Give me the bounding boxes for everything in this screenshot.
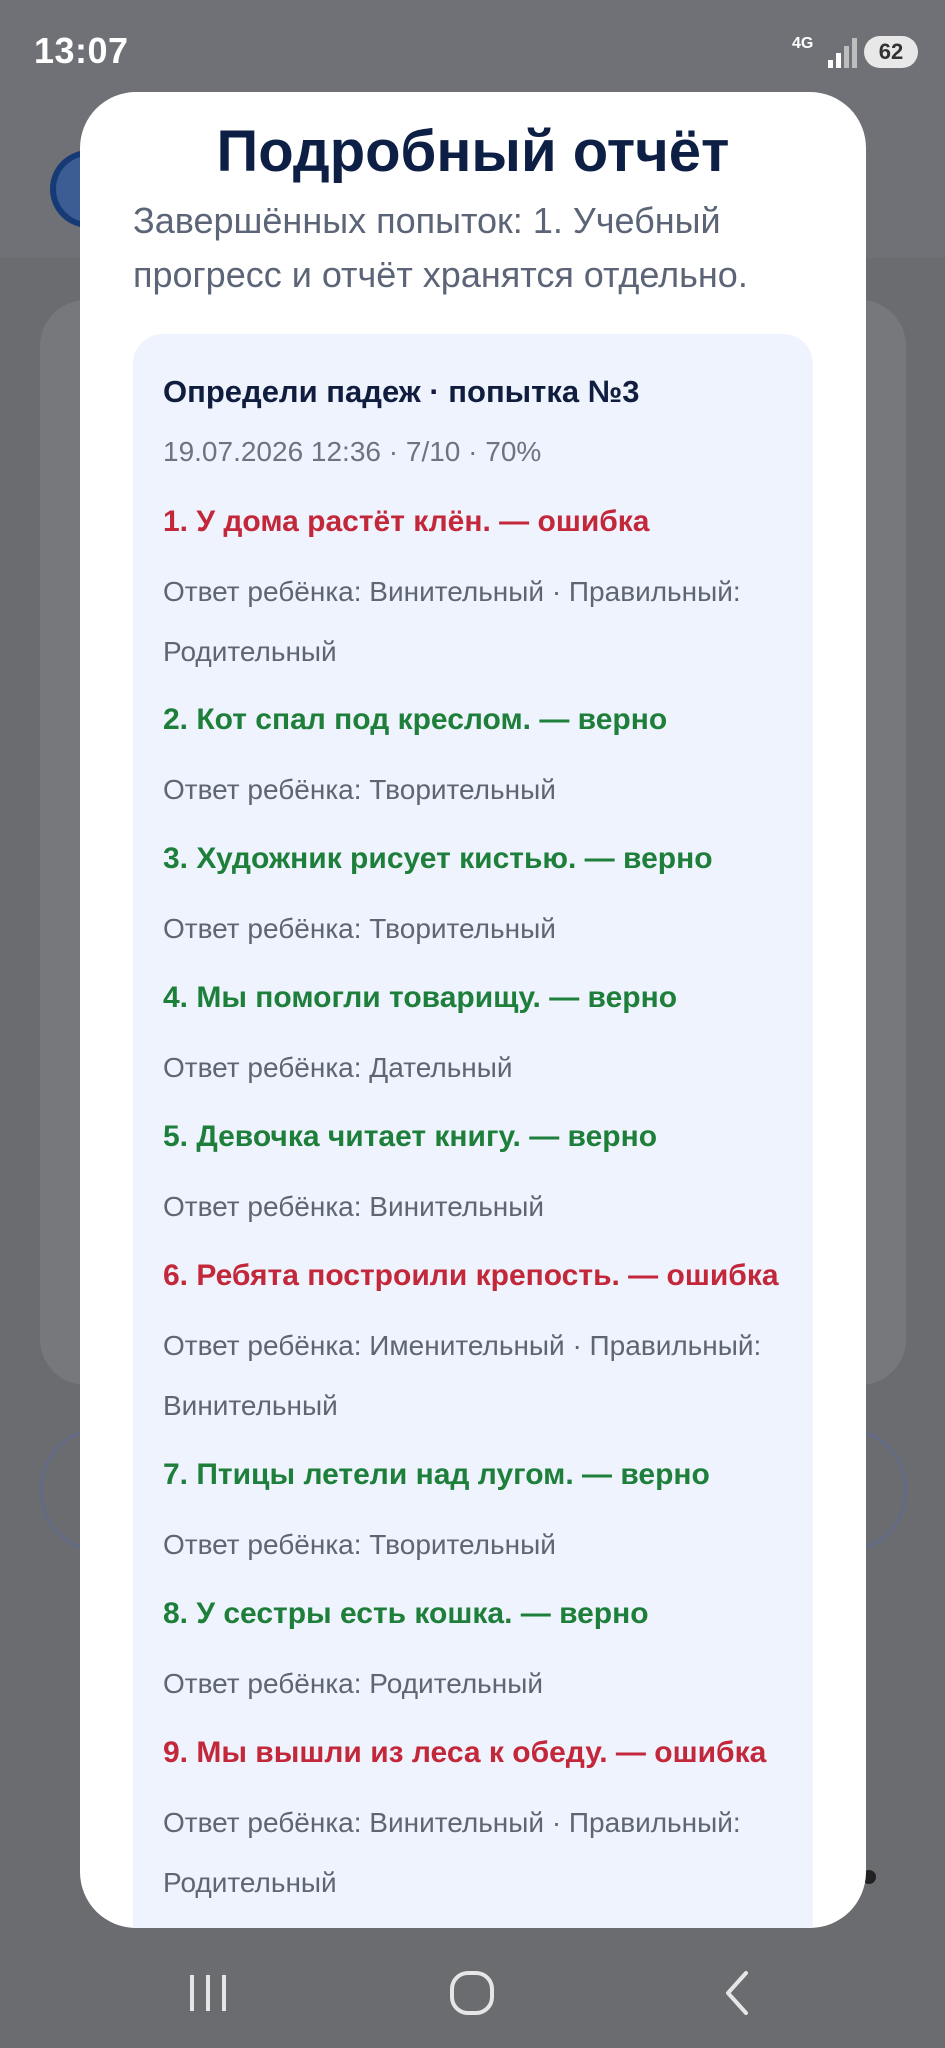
item-question: 3. Художник рисует кистью. — верно bbox=[163, 842, 713, 875]
item-question: 8. У сестры есть кошка. — верно bbox=[163, 1597, 649, 1630]
item-answer: Ответ ребёнка: Творительный bbox=[163, 1529, 556, 1560]
item-question: 7. Птицы летели над лугом. — верно bbox=[163, 1458, 710, 1491]
item-question: 9. Мы вышли из леса к обеду. — ошибка bbox=[163, 1736, 767, 1769]
list-item: 7. Птицы летели над лугом. — верно Ответ… bbox=[163, 1455, 803, 1575]
item-answer: Ответ ребёнка: Винительный bbox=[163, 1191, 545, 1222]
navigation-bar bbox=[0, 1935, 945, 2048]
item-answer: Ответ ребёнка: Родительный bbox=[163, 1668, 543, 1699]
item-answer: Ответ ребёнка: Винительный · Правильный:… bbox=[163, 1807, 741, 1898]
list-item: 4. Мы помогли товарищу. — верно Ответ ре… bbox=[163, 978, 803, 1098]
item-question: 6. Ребята построили крепость. — ошибка bbox=[163, 1259, 779, 1292]
item-question: 5. Девочка читает книгу. — верно bbox=[163, 1120, 658, 1153]
item-answer: Ответ ребёнка: Творительный bbox=[163, 774, 556, 805]
list-item: 2. Кот спал под креслом. — верно Ответ р… bbox=[163, 700, 803, 820]
item-question: 1. У дома растёт клён. — ошибка bbox=[163, 505, 650, 538]
item-answer: Ответ ребёнка: Именительный · Правильный… bbox=[163, 1330, 762, 1421]
list-item: 9. Мы вышли из леса к обеду. — ошибка От… bbox=[163, 1733, 803, 1913]
status-bar: 13:07 4G 62 bbox=[0, 0, 945, 100]
status-time: 13:07 bbox=[34, 30, 129, 71]
list-item: 6. Ребята построили крепость. — ошибка О… bbox=[163, 1256, 803, 1436]
report-modal: Подробный отчёт Завершённых попыток: 1. … bbox=[80, 92, 866, 1928]
modal-subtitle: Завершённых попыток: 1. Учебный прогресс… bbox=[133, 200, 748, 295]
item-answer: Ответ ребёнка: Винительный · Правильный:… bbox=[163, 576, 741, 667]
item-question: 4. Мы помогли товарищу. — верно bbox=[163, 981, 678, 1014]
list-item: 8. У сестры есть кошка. — верно Ответ ре… bbox=[163, 1594, 803, 1714]
modal-title: Подробный отчёт bbox=[216, 119, 730, 184]
item-question: 2. Кот спал под креслом. — верно bbox=[163, 703, 668, 736]
attempt-title: Определи падеж · попытка №3 bbox=[163, 374, 640, 409]
recents-icon[interactable] bbox=[178, 1965, 238, 2021]
item-answer: Ответ ребёнка: Творительный bbox=[163, 913, 556, 944]
network-type: 4G bbox=[792, 35, 814, 52]
item-answer: Ответ ребёнка: Дательный bbox=[163, 1052, 513, 1083]
signal-icon bbox=[828, 38, 857, 68]
list-item: 1. У дома растёт клён. — ошибка Ответ ре… bbox=[163, 502, 803, 682]
back-icon[interactable] bbox=[708, 1965, 768, 2021]
attempt-meta: 19.07.2026 12:36 · 7/10 · 70% bbox=[163, 436, 542, 467]
home-icon[interactable] bbox=[442, 1965, 502, 2021]
battery-indicator: 62 bbox=[864, 36, 918, 68]
attempt-report-card: Определи падеж · попытка №3 19.07.2026 1… bbox=[133, 334, 813, 1928]
list-item: 5. Девочка читает книгу. — верно Ответ р… bbox=[163, 1117, 803, 1237]
list-item: 3. Художник рисует кистью. — верно Ответ… bbox=[163, 839, 803, 959]
